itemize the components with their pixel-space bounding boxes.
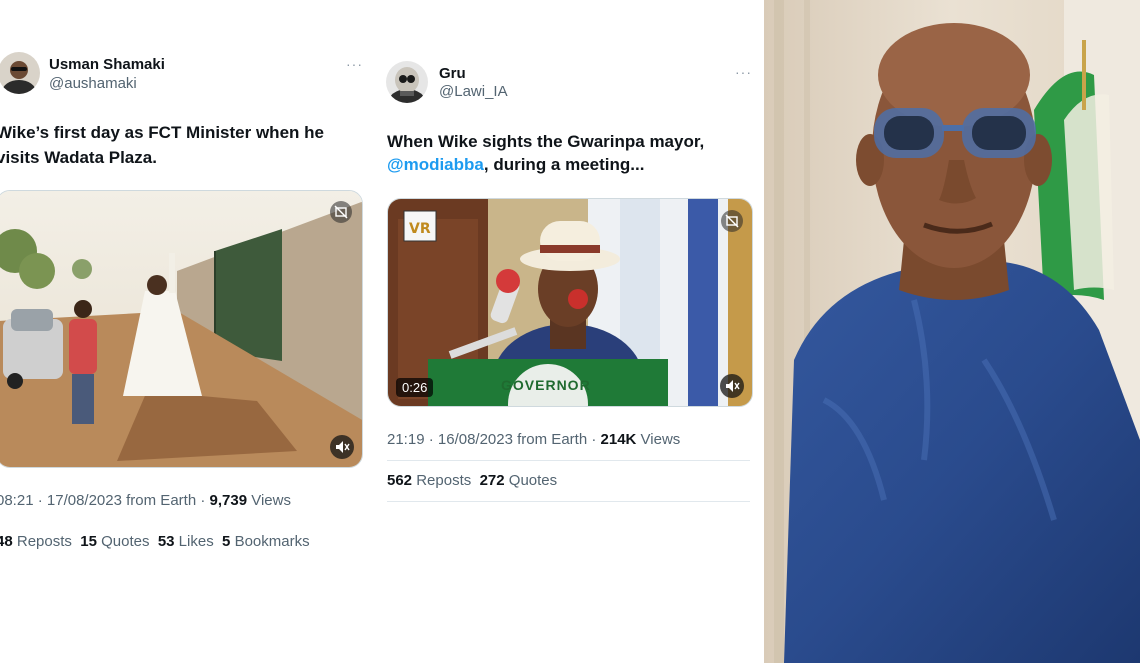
divider [387, 501, 750, 502]
video-duration: 0:26 [396, 378, 434, 397]
author-handle[interactable]: @Lawi_IA [439, 83, 508, 100]
portrait-image [764, 0, 1140, 663]
tweet-video[interactable]: VR GOVERNOR 0:26 [387, 198, 753, 407]
avatar[interactable] [0, 52, 40, 94]
portrait-photo [764, 0, 1140, 663]
svg-text:VR: VR [409, 221, 431, 237]
tweet-source: from Earth [126, 492, 197, 509]
mention-link[interactable]: @modiabba [387, 155, 484, 174]
tweet-text-line2: visits Wadata Plaza. [0, 148, 157, 167]
podium-text: GOVERNOR [501, 377, 591, 393]
bookmarks-stat[interactable]: 5 Bookmarks [222, 533, 310, 550]
likes-stat[interactable]: 53 Likes [158, 533, 214, 550]
tweet-date[interactable]: 17/08/2023 [47, 492, 122, 509]
tweet-meta: 21:19 · 16/08/2023 from Earth · 214K Vie… [387, 431, 681, 448]
tweet-time[interactable]: 08:21 [0, 492, 34, 509]
views-count: 214K [600, 431, 637, 448]
author-name[interactable]: Usman Shamaki [49, 56, 165, 73]
quotes-stat[interactable]: 15 Quotes [80, 533, 149, 550]
reposts-stat[interactable]: 562 Reposts [387, 472, 471, 489]
reposts-stat[interactable]: 48 Reposts [0, 533, 72, 550]
views-count: 9,739 [209, 492, 248, 509]
tweet-text-line2: @modiabba, during a meeting... [387, 155, 645, 174]
video-still: VR [388, 199, 752, 406]
tweet-time[interactable]: 21:19 [387, 431, 425, 448]
video-still [0, 191, 362, 467]
author-name[interactable]: Gru [439, 65, 466, 82]
gif-icon[interactable] [721, 210, 743, 232]
tweet-video[interactable] [0, 190, 363, 468]
engagement-stats: 48 Reposts 15 Quotes 53 Likes 5 Bookmark… [0, 533, 310, 550]
author-handle[interactable]: @aushamaki [49, 75, 137, 92]
more-icon[interactable]: ··· [735, 64, 752, 80]
tweet-card-gru: Gru @Lawi_IA ··· When Wike sights the Gw… [380, 0, 764, 663]
mute-icon[interactable] [720, 374, 744, 398]
quotes-stat[interactable]: 272 Quotes [480, 472, 558, 489]
engagement-stats: 562 Reposts 272 Quotes [387, 472, 557, 489]
tweet-meta: 08:21 · 17/08/2023 from Earth · 9,739 Vi… [0, 492, 291, 509]
tweet-source: from Earth [517, 431, 588, 448]
more-icon[interactable]: ··· [346, 56, 363, 72]
views-label: Views [251, 492, 291, 509]
avatar[interactable] [386, 61, 428, 103]
tweet-date[interactable]: 16/08/2023 [438, 431, 513, 448]
gif-icon[interactable] [330, 201, 352, 223]
tweet-card-usman: Usman Shamaki @aushamaki ··· Wike’s firs… [0, 0, 370, 663]
tweet-text-line1: Wike’s first day as FCT Minister when he [0, 123, 324, 142]
views-label: Views [640, 431, 681, 448]
mute-icon[interactable] [330, 435, 354, 459]
tweet-text-line1: When Wike sights the Gwarinpa mayor, [387, 132, 705, 151]
divider [387, 460, 750, 461]
